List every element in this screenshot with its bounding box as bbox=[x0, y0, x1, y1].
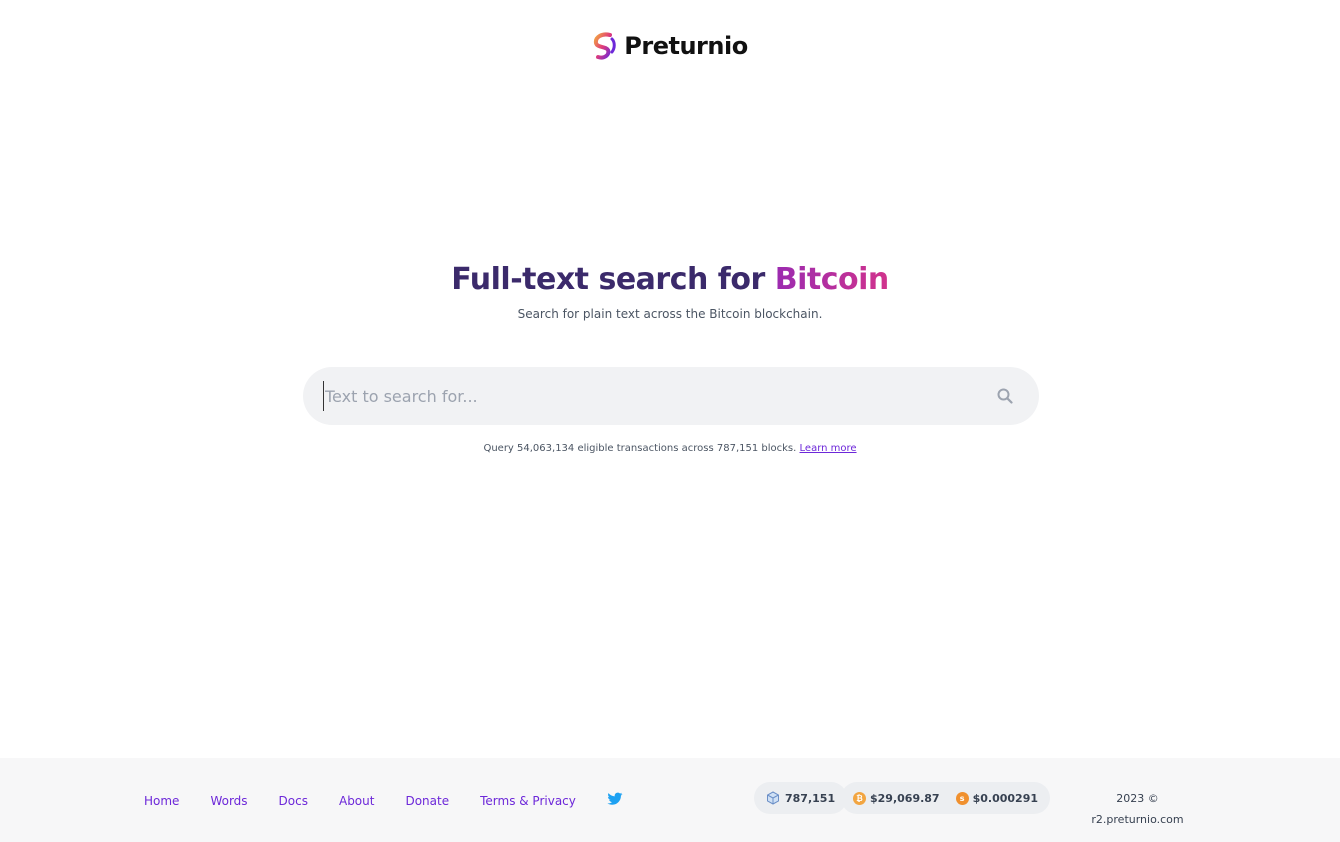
page-subtitle: Search for plain text across the Bitcoin… bbox=[517, 307, 823, 321]
search-icon bbox=[997, 388, 1013, 404]
copyright-domain: r2.preturnio.com bbox=[1091, 813, 1184, 826]
cube-icon bbox=[767, 791, 779, 805]
sat-price: $0.000291 bbox=[972, 791, 1039, 805]
page-title: Full-text search for Bitcoin bbox=[0, 262, 1340, 297]
copyright: 2023 © r2.preturnio.com bbox=[1070, 788, 1205, 830]
title-prefix: Full-text search for bbox=[451, 262, 775, 297]
copyright-year: 2023 © bbox=[1116, 792, 1159, 805]
title-accent: Bitcoin bbox=[774, 262, 890, 297]
footer-link-docs[interactable]: Docs bbox=[279, 794, 308, 808]
logo-text: Preturnio bbox=[624, 32, 748, 60]
footer-nav: Home Words Docs About Donate Terms & Pri… bbox=[144, 792, 623, 809]
footer-link-about[interactable]: About bbox=[339, 794, 374, 808]
preturnio-logo-icon bbox=[594, 32, 617, 60]
footer: Home Words Docs About Donate Terms & Pri… bbox=[0, 758, 1340, 842]
footer-link-donate[interactable]: Donate bbox=[405, 794, 449, 808]
stats-line: Query 54,063,134 eligible transactions a… bbox=[0, 443, 1340, 454]
footer-link-home[interactable]: Home bbox=[144, 794, 179, 808]
btc-price: $29,069.87 bbox=[870, 791, 940, 805]
search-input[interactable] bbox=[323, 381, 993, 411]
footer-link-words[interactable]: Words bbox=[210, 794, 247, 808]
footer-link-terms[interactable]: Terms & Privacy bbox=[480, 794, 576, 808]
block-height-badge: 787,151 bbox=[754, 782, 848, 814]
learn-more-link[interactable]: Learn more bbox=[800, 443, 857, 454]
site-logo[interactable]: Preturnio bbox=[0, 32, 1340, 60]
sats-icon: s bbox=[955, 791, 969, 805]
search-button[interactable] bbox=[993, 384, 1017, 408]
price-badge: ₿ $29,069.87 s $0.000291 bbox=[841, 782, 1051, 814]
hero: Full-text search for Bitcoin Search for … bbox=[0, 262, 1340, 321]
bitcoin-icon: ₿ bbox=[853, 791, 866, 805]
twitter-icon bbox=[607, 792, 623, 805]
search-bar bbox=[303, 367, 1039, 425]
twitter-link[interactable] bbox=[607, 792, 623, 809]
block-height: 787,151 bbox=[785, 791, 836, 805]
stats-text: Query 54,063,134 eligible transactions a… bbox=[483, 443, 797, 454]
